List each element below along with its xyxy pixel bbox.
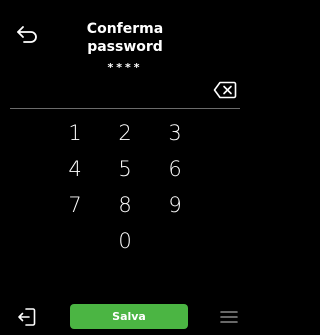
- exit-icon: [18, 308, 36, 326]
- exit-button[interactable]: [14, 305, 40, 329]
- key-8[interactable]: 8: [100, 187, 150, 223]
- key-4[interactable]: 4: [50, 151, 100, 187]
- key-6[interactable]: 6: [150, 151, 200, 187]
- key-0[interactable]: 0: [100, 223, 150, 259]
- page-title: Conferma password: [60, 20, 190, 56]
- title-line-1: Conferma: [86, 21, 164, 37]
- save-button[interactable]: Salva: [70, 304, 188, 329]
- key-3[interactable]: 3: [150, 115, 200, 151]
- menu-button[interactable]: [216, 306, 242, 328]
- back-button[interactable]: [12, 22, 42, 46]
- key-1[interactable]: 1: [50, 115, 100, 151]
- title-line-2: password: [87, 39, 163, 55]
- backspace-button[interactable]: [210, 79, 240, 101]
- masked-password: ****: [107, 61, 143, 74]
- key-9[interactable]: 9: [150, 187, 200, 223]
- divider: [10, 108, 240, 109]
- key-7[interactable]: 7: [50, 187, 100, 223]
- menu-icon: [220, 311, 238, 323]
- back-arrow-icon: [17, 26, 37, 43]
- password-confirm-screen: Conferma password **** 1 2 3 4 5 6 7 8 9…: [0, 0, 250, 335]
- backspace-icon: [213, 81, 237, 99]
- numeric-keypad: 1 2 3 4 5 6 7 8 9 0: [50, 115, 200, 259]
- key-2[interactable]: 2: [100, 115, 150, 151]
- key-5[interactable]: 5: [100, 151, 150, 187]
